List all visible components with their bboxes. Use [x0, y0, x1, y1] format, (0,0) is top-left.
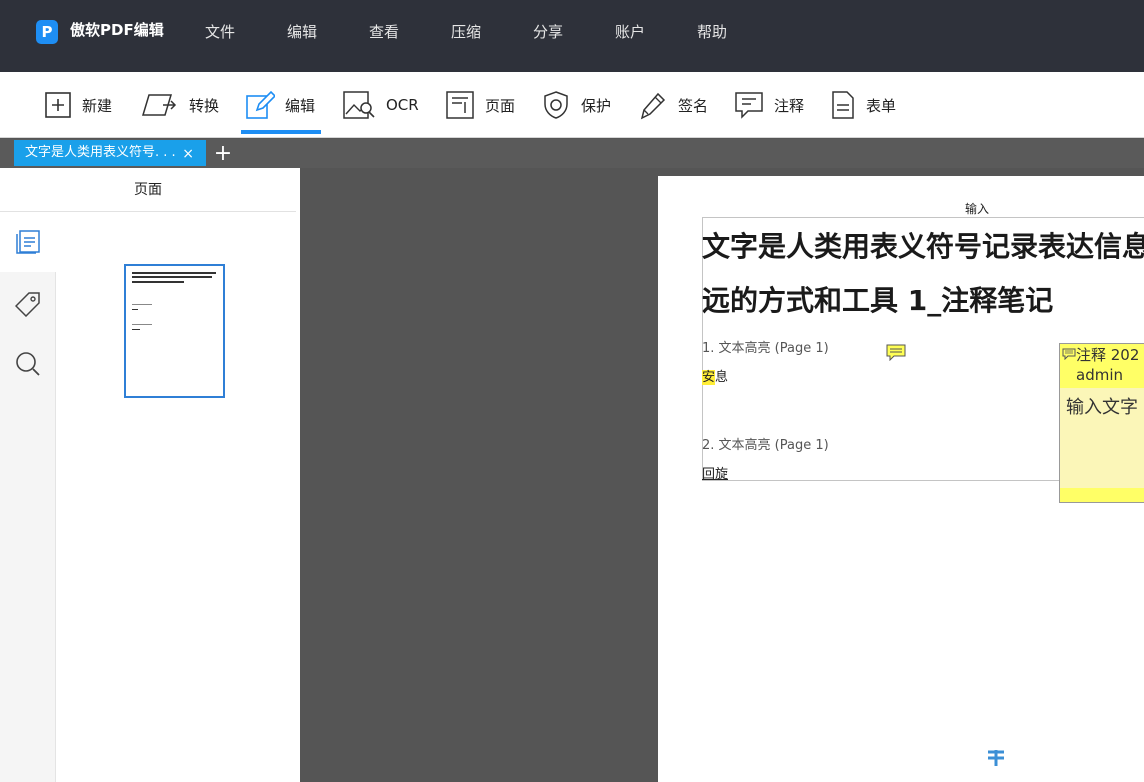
document-tab-strip: 文字是人类用表义符号. . . × +: [0, 139, 1144, 168]
annotation-1-text: 安息: [702, 366, 728, 385]
comment-popup-title: 注释 202: [1076, 346, 1140, 364]
comment-popup[interactable]: 注释 202 admin 输入文字: [1059, 343, 1144, 503]
annotation-1-text-rest: 息: [715, 370, 729, 385]
ocr-scan-icon: [343, 91, 375, 119]
document-heading[interactable]: 文字是人类用表义符号记录表达信息以 远的方式和工具 1_注释笔记: [702, 220, 1144, 328]
menu-file[interactable]: 文件: [205, 22, 235, 42]
annotation-2-text: 回旋: [702, 467, 729, 482]
convert-icon: [141, 94, 177, 116]
title-bar: P 傲软PDF编辑 文件 编辑 查看 压缩 分享 账户 帮助: [0, 0, 1144, 72]
page-layout-icon: [446, 91, 474, 119]
comment-icon: [735, 92, 763, 119]
menu-view[interactable]: 查看: [369, 22, 399, 42]
signature-pen-icon: [640, 92, 666, 120]
annotation-2-heading: 2. 文本高亮 (Page 1): [702, 438, 829, 453]
heading-line-1: 文字是人类用表义符号记录表达信息以: [702, 230, 1144, 263]
add-tab-button[interactable]: +: [213, 139, 233, 167]
new-button[interactable]: 新建: [44, 88, 112, 122]
comment-popup-footer: [1060, 488, 1144, 502]
edit-label: 编辑: [285, 96, 316, 115]
menu-help[interactable]: 帮助: [697, 22, 727, 42]
page-label: 页面: [485, 96, 516, 115]
comment-popup-input[interactable]: 输入文字: [1066, 393, 1138, 419]
ocr-label: OCR: [386, 96, 419, 114]
watermark-text: 易软汇: [1024, 742, 1120, 779]
input-field-label: 输入: [965, 202, 990, 216]
sign-label: 签名: [678, 96, 709, 115]
search-icon: [16, 352, 40, 376]
menu-account[interactable]: 账户: [615, 22, 645, 42]
comment-marker-icon[interactable]: [886, 344, 906, 365]
comment-small-icon: [1062, 348, 1076, 360]
annotate-button[interactable]: 注释: [734, 88, 804, 122]
page-button[interactable]: 页面: [445, 88, 515, 122]
menu-edit[interactable]: 编辑: [287, 22, 317, 42]
page-thumbnails-icon: [16, 230, 40, 254]
menu-share[interactable]: 分享: [533, 22, 563, 42]
main-toolbar: 新建 转换 编辑 OCR 页面 保护 签名 注释 表单: [0, 72, 1144, 138]
form-button[interactable]: 表单: [830, 88, 896, 122]
protect-label: 保护: [581, 96, 612, 115]
sign-button[interactable]: 签名: [638, 88, 708, 122]
ocr-button[interactable]: OCR: [342, 88, 419, 122]
edit-pencil-icon: [246, 90, 275, 119]
new-label: 新建: [82, 96, 113, 115]
search-button[interactable]: [0, 334, 56, 394]
protect-button[interactable]: 保护: [541, 88, 611, 122]
page-thumbnails-button[interactable]: [0, 212, 56, 272]
menu-compress[interactable]: 压缩: [451, 22, 481, 42]
app-logo-icon: P: [36, 20, 58, 44]
watermark-logo: 易软汇: [976, 734, 1120, 780]
convert-label: 转换: [189, 96, 220, 115]
page-thumbnail[interactable]: [124, 264, 225, 398]
watermark-shield-icon: [980, 738, 1012, 776]
convert-button[interactable]: 转换: [141, 88, 219, 122]
plus-square-icon: [45, 92, 71, 118]
form-label: 表单: [866, 96, 897, 115]
panel-title: 页面: [0, 168, 296, 212]
active-tool-indicator: [241, 130, 321, 134]
form-document-icon: [832, 91, 854, 119]
document-tab[interactable]: 文字是人类用表义符号. . . ×: [14, 140, 206, 166]
heading-line-2: 远的方式和工具 1_注释笔记: [702, 284, 1054, 317]
document-page: 输入 文字是人类用表义符号记录表达信息以 远的方式和工具 1_注释笔记 1. 文…: [658, 176, 1144, 782]
annotation-1-heading: 1. 文本高亮 (Page 1): [702, 341, 829, 356]
annotate-label: 注释: [774, 96, 805, 115]
document-tab-label: 文字是人类用表义符号. . .: [25, 145, 176, 160]
tag-icon: [15, 292, 40, 317]
pages-panel: 页面: [0, 168, 300, 782]
close-tab-icon[interactable]: ×: [182, 140, 194, 168]
bookmark-tag-button[interactable]: [0, 274, 56, 334]
comment-popup-author: admin: [1076, 366, 1123, 384]
edit-button[interactable]: 编辑: [245, 88, 315, 122]
app-title: 傲软PDF编辑: [70, 21, 164, 39]
highlighted-text: 安: [702, 370, 716, 385]
side-rail: [0, 212, 56, 782]
shield-icon: [544, 91, 568, 119]
